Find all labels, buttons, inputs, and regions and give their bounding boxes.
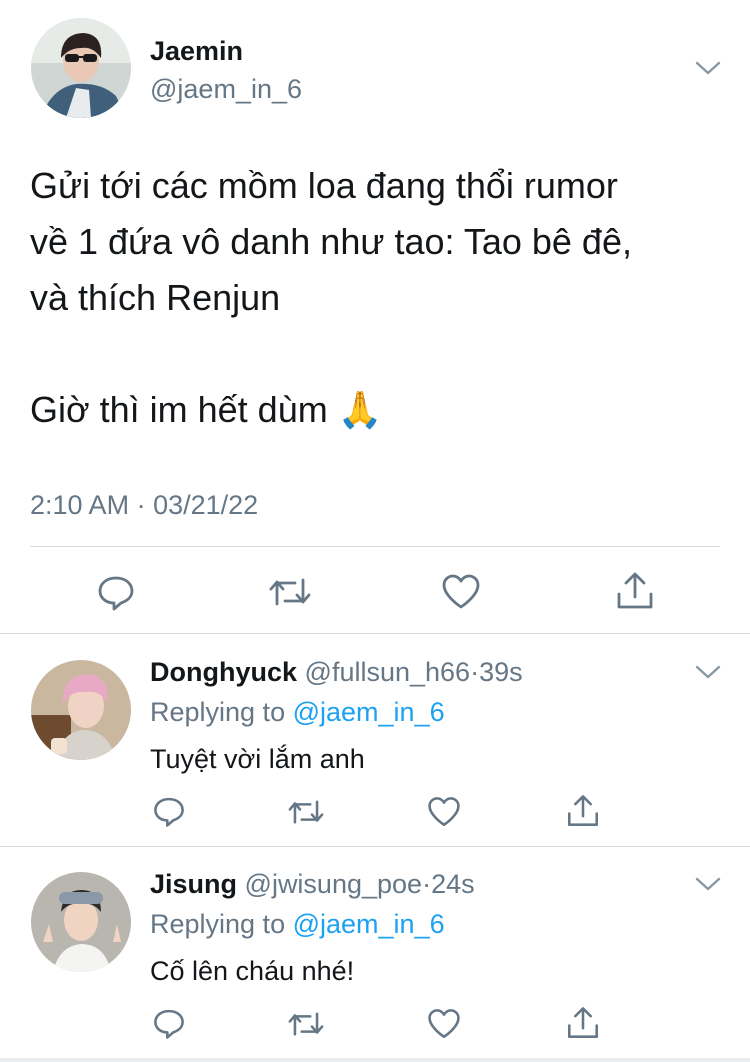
jaemin-avatar[interactable] [31, 18, 131, 118]
comment-icon[interactable] [152, 794, 186, 828]
jisung-avatar[interactable] [31, 872, 131, 972]
tweet-text-line: Gửi tới các mồm loa đang thổi rumor [30, 165, 618, 206]
tweet-date: 03/21/22 [153, 490, 259, 520]
tweet-text: Gửi tới các mồm loa đang thổi rumor về 1… [30, 158, 730, 438]
donghyuck-avatar[interactable] [31, 660, 131, 760]
reply-age: 24s [431, 869, 475, 899]
divider [30, 546, 720, 547]
replying-to-label: Replying to [150, 909, 286, 939]
chevron-down-icon[interactable] [694, 662, 722, 682]
reply-header: Donghyuck @fullsun_h66·39s [150, 657, 523, 688]
heart-icon[interactable] [426, 1007, 462, 1041]
replying-to-label: Replying to [150, 697, 286, 727]
divider [0, 633, 750, 634]
retweet-icon[interactable] [287, 1007, 325, 1041]
main-author-name[interactable]: Jaemin [150, 36, 243, 67]
replying-to: Replying to @jaem_in_6 [150, 697, 445, 728]
comment-icon[interactable] [96, 572, 136, 612]
heart-icon[interactable] [426, 795, 462, 829]
share-icon[interactable] [565, 793, 601, 829]
chevron-down-icon[interactable] [694, 58, 722, 78]
comment-icon[interactable] [152, 1006, 186, 1040]
share-icon[interactable] [565, 1005, 601, 1041]
share-icon[interactable] [614, 570, 656, 612]
main-author-handle[interactable]: @jaem_in_6 [150, 74, 302, 105]
tweet-text-line: về 1 đứa vô danh như tao: Tao bê đê, [30, 221, 632, 262]
reply-text: Cố lên cháu nhé! [150, 956, 355, 986]
retweet-icon[interactable] [287, 795, 325, 829]
reply-author-handle[interactable]: @jwisung_poe [245, 869, 423, 899]
separator-dot: · [136, 490, 146, 520]
reply-age: 39s [479, 657, 523, 687]
heart-icon[interactable] [440, 572, 482, 612]
reply-author-handle[interactable]: @fullsun_h66 [305, 657, 471, 687]
replying-to-link[interactable]: @jaem_in_6 [293, 697, 445, 727]
replying-to: Replying to @jaem_in_6 [150, 909, 445, 940]
divider [0, 846, 750, 847]
reply-author-name[interactable]: Jisung [150, 869, 237, 899]
reply-author-name[interactable]: Donghyuck [150, 657, 297, 687]
replying-to-link[interactable]: @jaem_in_6 [293, 909, 445, 939]
reply-header: Jisung @jwisung_poe·24s [150, 869, 475, 900]
divider [0, 1058, 750, 1062]
tweet-text-line: Giờ thì im hết dùm 🙏 [30, 389, 383, 430]
tweet-time: 2:10 AM [30, 490, 130, 520]
tweet-timestamp[interactable]: 2:10 AM · 03/21/22 [30, 490, 258, 521]
chevron-down-icon[interactable] [694, 874, 722, 894]
separator-dot: · [470, 657, 480, 687]
tweet-text-line: và thích Renjun [30, 277, 281, 318]
reply-text: Tuyệt vời lắm anh [150, 744, 365, 774]
retweet-icon[interactable] [268, 572, 312, 612]
separator-dot: · [422, 869, 432, 899]
